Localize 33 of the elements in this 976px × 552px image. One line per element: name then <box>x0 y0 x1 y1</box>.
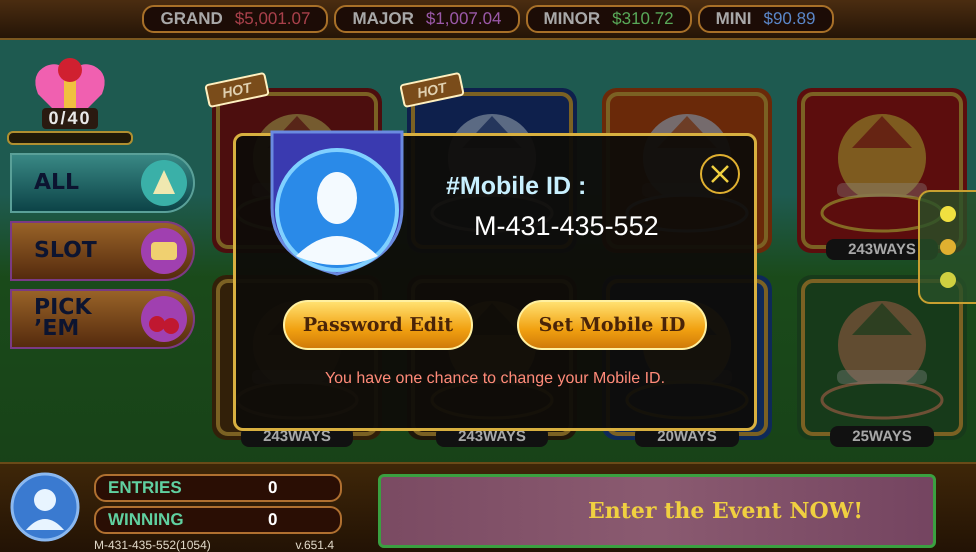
stat-value: 0 <box>268 510 278 530</box>
jackpot-label: MINI <box>716 9 752 29</box>
slot-machine-icon <box>139 226 189 276</box>
set-mobile-id-button[interactable]: Set Mobile ID <box>517 300 707 350</box>
category-button[interactable]: PICK ’EM <box>10 289 195 349</box>
avatar-icon[interactable] <box>10 472 80 542</box>
password-edit-button[interactable]: Password Edit <box>283 300 473 350</box>
stat-label: ENTRIES <box>108 478 183 498</box>
stat-value: 0 <box>268 478 278 498</box>
close-icon <box>709 163 731 185</box>
mobile-id-value: M-431-435-552 <box>474 211 659 242</box>
event-banner-text: Enter the Event NOW! <box>588 498 863 524</box>
jackpot-label: MINOR <box>544 9 600 29</box>
jackpot-label: GRAND <box>160 9 223 29</box>
jackpot-amount: $5,001.07 <box>234 9 310 29</box>
stat-label: WINNING <box>108 510 185 530</box>
category-button[interactable]: ALL <box>10 153 195 213</box>
close-button[interactable] <box>700 154 740 194</box>
version-label: v.651.4 <box>296 538 334 552</box>
ways-label: 25WAYS <box>830 426 934 447</box>
dialog-note: You have one chance to change your Mobile ID. <box>324 370 666 388</box>
dots-icon <box>938 204 958 290</box>
jackpot-amount: $310.72 <box>612 9 674 29</box>
jackpot-amount: $1,007.04 <box>426 9 502 29</box>
account-id: M-431-435-552(1054) <box>94 538 211 552</box>
jackpot-label: MAJOR <box>352 9 414 29</box>
side-menu-button[interactable] <box>918 190 976 304</box>
dialog-title: #Mobile ID : <box>446 172 588 201</box>
event-banner[interactable]: Enter the Event NOW! <box>378 474 936 548</box>
gift-progress-count: 0/40 <box>42 108 98 129</box>
cherries-icon <box>139 294 189 344</box>
jackpot-amount: $90.89 <box>764 9 816 29</box>
category-button[interactable]: SLOT <box>10 221 195 281</box>
